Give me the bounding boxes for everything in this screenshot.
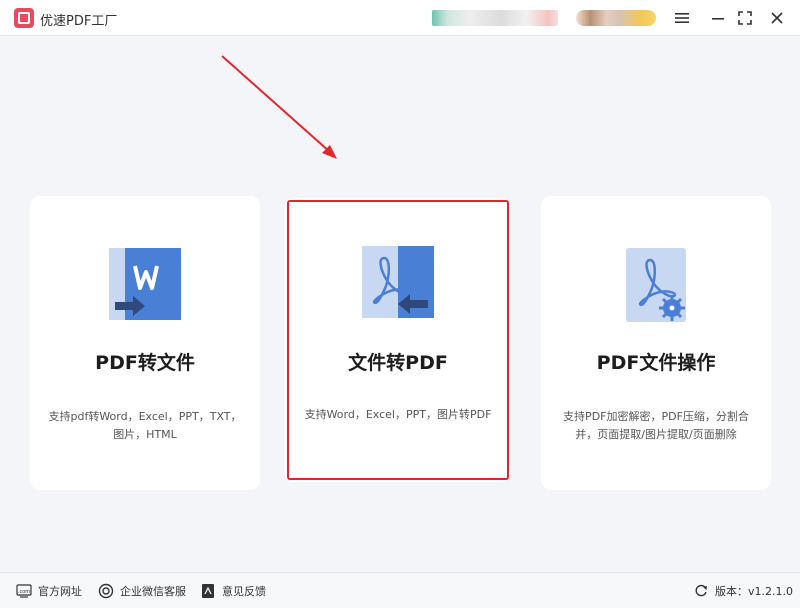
file-to-pdf-card[interactable]: 文件转PDF 支持Word，Excel，PPT，图片转PDF: [285, 198, 511, 482]
version-label: 版本：v1.2.1.0: [715, 585, 793, 598]
pdf-to-word-icon: [109, 248, 181, 320]
minimize-button[interactable]: [706, 6, 730, 30]
feedback-icon: [200, 583, 216, 599]
maximize-icon: [738, 11, 752, 25]
card-description: 支持PDF加密解密，PDF压缩，分割合并，页面提取/图片提取/页面删除: [563, 410, 749, 441]
feedback-label: 意见反馈: [222, 585, 266, 598]
close-icon: [771, 12, 783, 24]
blurred-account-info: [432, 10, 558, 26]
card-description: 支持Word，Excel，PPT，图片转PDF: [304, 408, 492, 421]
app-logo: [14, 8, 34, 28]
version-check[interactable]: 版本：v1.2.1.0: [693, 583, 793, 599]
footer-bar: .com 官方网址 企业微信客服 意见反馈 版本：v1.2.1.0: [0, 572, 800, 608]
feedback-link[interactable]: 意见反馈: [200, 583, 266, 599]
close-button[interactable]: [765, 6, 789, 30]
pdf-to-file-card[interactable]: PDF转文件 支持pdf转Word，Excel，PPT，TXT，图片，HTML: [30, 196, 260, 490]
chat-icon: [98, 583, 114, 599]
refresh-icon: [693, 583, 709, 599]
title-bar: 优速PDF工厂: [0, 0, 800, 36]
menu-button[interactable]: [670, 6, 694, 30]
card-title: PDF文件操作: [596, 352, 716, 374]
wechat-support-link[interactable]: 企业微信客服: [98, 583, 186, 599]
wechat-support-label: 企业微信客服: [120, 585, 186, 598]
official-website-link[interactable]: .com 官方网址: [16, 583, 82, 599]
minimize-icon: [712, 18, 724, 20]
svg-text:.com: .com: [18, 589, 30, 595]
blurred-user-avatar[interactable]: [576, 10, 656, 26]
hamburger-icon: [675, 13, 689, 23]
website-icon: .com: [16, 583, 32, 599]
pdf-settings-icon: [626, 248, 686, 322]
file-to-pdf-icon: [362, 246, 434, 318]
official-website-label: 官方网址: [38, 585, 82, 598]
maximize-button[interactable]: [733, 6, 757, 30]
card-title: 文件转PDF: [348, 352, 448, 374]
card-title: PDF转文件: [95, 352, 195, 374]
card-description: 支持pdf转Word，Excel，PPT，TXT，图片，HTML: [48, 410, 242, 441]
pdf-operations-card[interactable]: PDF文件操作 支持PDF加密解密，PDF压缩，分割合并，页面提取/图片提取/页…: [541, 196, 771, 490]
app-title: 优速PDF工厂: [40, 14, 118, 29]
